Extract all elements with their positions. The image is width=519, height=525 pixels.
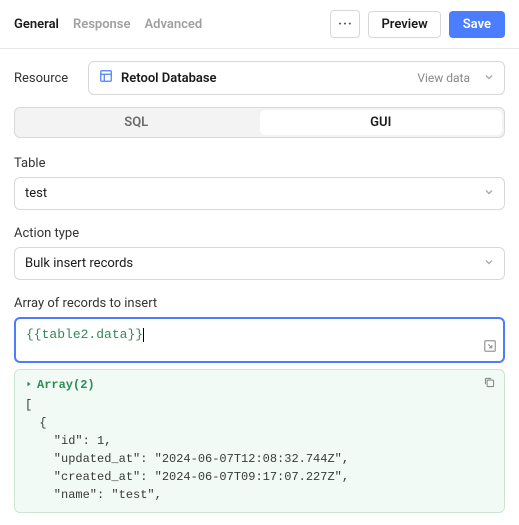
mode-sql[interactable]: SQL <box>15 108 258 137</box>
expand-icon[interactable] <box>483 339 497 357</box>
records-code-input[interactable]: {{table2.data}} <box>14 317 505 363</box>
more-button[interactable]: ··· <box>330 10 360 38</box>
preview-heading[interactable]: Array(2) <box>25 378 494 392</box>
tab-advanced[interactable]: Advanced <box>145 17 203 32</box>
resource-select[interactable]: Retool Database View data <box>88 61 505 95</box>
table-select[interactable]: test <box>14 177 505 210</box>
table-label: Table <box>14 156 505 171</box>
action-type-label: Action type <box>14 226 505 241</box>
code-content: {{table2.data}} <box>26 327 144 342</box>
action-type-select[interactable]: Bulk insert records <box>14 247 505 280</box>
view-data-link[interactable]: View data <box>417 71 470 85</box>
copy-icon[interactable] <box>483 376 496 393</box>
mode-toggle: SQL GUI <box>14 107 505 138</box>
save-button[interactable]: Save <box>449 11 505 38</box>
preview-button[interactable]: Preview <box>368 11 440 38</box>
chevron-down-icon <box>484 256 494 271</box>
caret-right-icon <box>25 378 33 392</box>
mode-gui[interactable]: GUI <box>260 110 503 135</box>
preview-json-body: [ { "id": 1, "updated_at": "2024-06-07T1… <box>25 396 494 504</box>
chevron-down-icon <box>484 186 494 201</box>
tab-general[interactable]: General <box>14 17 59 32</box>
records-input-label: Array of records to insert <box>14 296 505 311</box>
database-icon <box>99 69 113 87</box>
resource-value: Retool Database <box>121 71 409 86</box>
action-type-value: Bulk insert records <box>25 256 133 271</box>
resource-label: Resource <box>14 71 78 86</box>
table-value: test <box>25 186 47 201</box>
chevron-down-icon <box>484 71 494 86</box>
tab-response[interactable]: Response <box>73 17 131 32</box>
result-preview-pane: Array(2) [ { "id": 1, "updated_at": "202… <box>14 369 505 513</box>
